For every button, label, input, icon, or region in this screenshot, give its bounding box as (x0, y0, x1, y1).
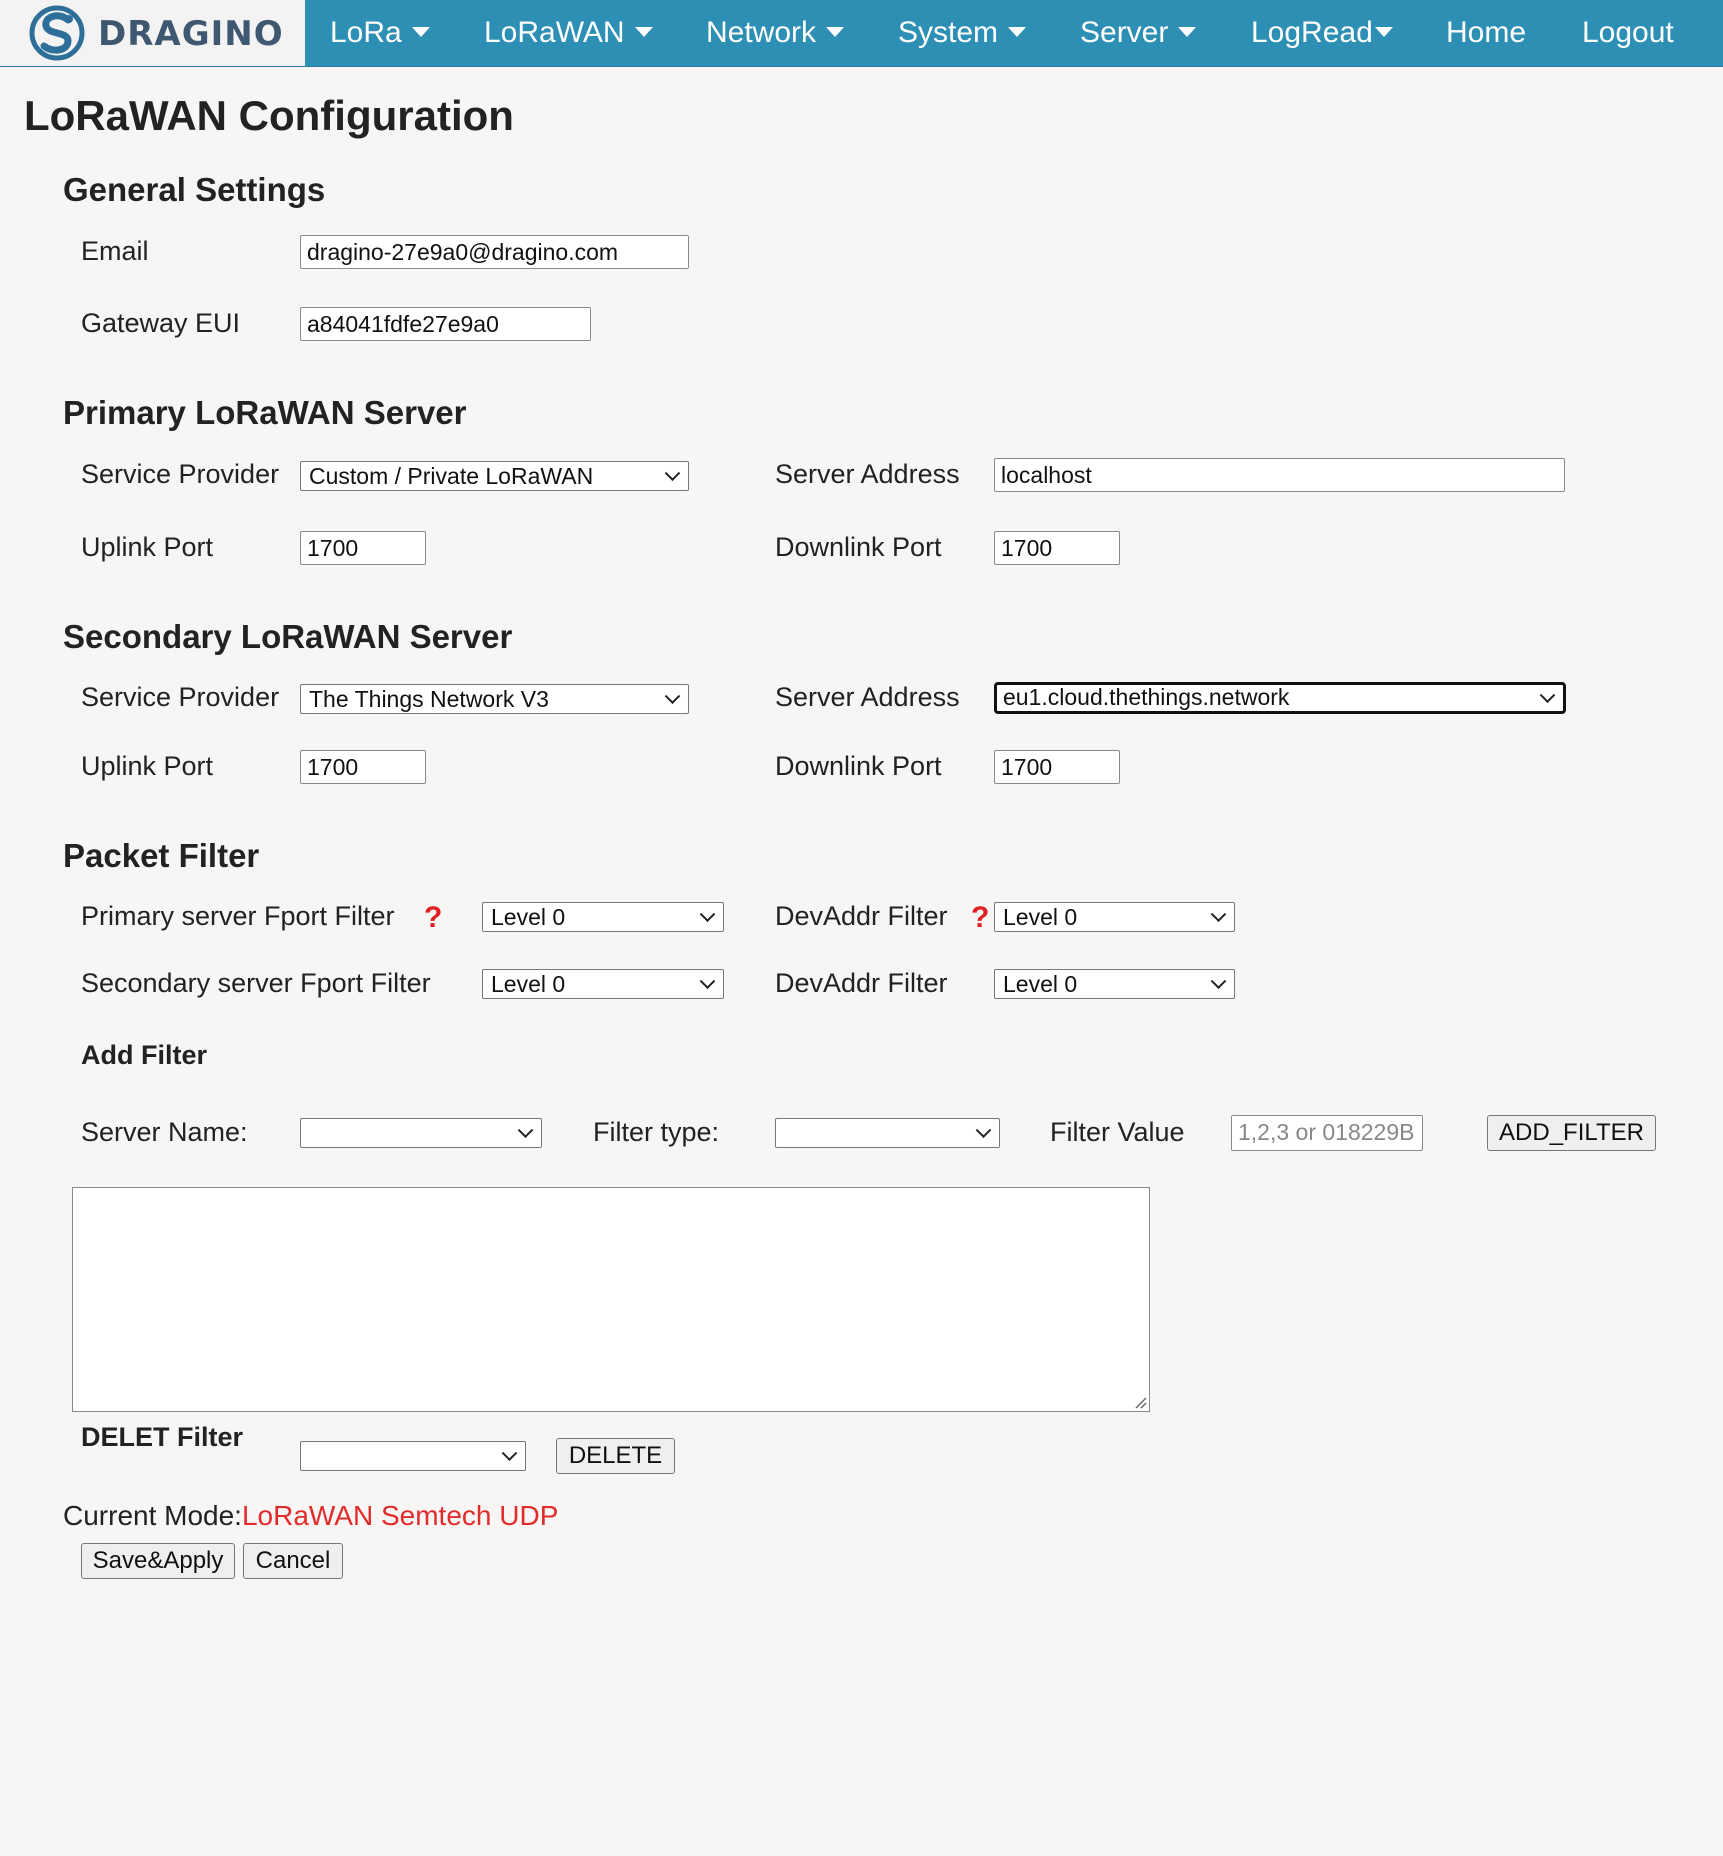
server-name-select[interactable] (300, 1118, 542, 1148)
secondary-downlink-label: Downlink Port (775, 751, 942, 781)
nav-server[interactable]: Server (1080, 0, 1197, 66)
email-field[interactable]: dragino-27e9a0@dragino.com (300, 235, 689, 269)
server-name-label: Server Name: (81, 1117, 248, 1147)
caret-down-icon (1374, 27, 1393, 38)
secondary-fport-select[interactable]: Level 0 (482, 969, 724, 999)
secondary-provider-select[interactable]: The Things Network V3 (300, 684, 689, 714)
caret-down-icon (1178, 27, 1197, 38)
nav-system[interactable]: System (898, 0, 1027, 66)
chevron-down-icon (975, 1122, 992, 1139)
secondary-devaddr-label: DevAddr Filter (775, 968, 948, 998)
packet-filter-heading: Packet Filter (63, 837, 260, 874)
primary-address-field[interactable]: localhost (994, 458, 1565, 492)
gateway-eui-field[interactable]: a84041fdfe27e9a0 (300, 307, 591, 341)
page-title: LoRaWAN Configuration (24, 92, 514, 139)
add-filter-button[interactable]: ADD_FILTER (1487, 1115, 1656, 1151)
gateway-eui-label: Gateway EUI (81, 308, 241, 338)
secondary-provider-label: Service Provider (81, 682, 280, 712)
primary-devaddr-label: DevAddr Filter (775, 901, 948, 931)
cancel-button[interactable]: Cancel (243, 1543, 343, 1579)
chevron-down-icon (664, 465, 681, 482)
resize-grip-icon[interactable] (1133, 1395, 1147, 1409)
secondary-server-heading: Secondary LoRaWAN Server (63, 618, 513, 655)
nav-logread[interactable]: LogRead (1251, 0, 1393, 66)
filter-type-select[interactable] (775, 1118, 1000, 1148)
add-filter-heading: Add Filter (81, 1040, 207, 1070)
caret-down-icon (411, 27, 430, 38)
brand-logo[interactable]: DRAGINO (0, 0, 305, 66)
filter-value-input[interactable]: 1,2,3 or 018229B (1231, 1115, 1423, 1151)
primary-provider-select[interactable]: Custom / Private LoRaWAN (300, 461, 689, 491)
devaddr-help-icon[interactable]: ? (971, 901, 989, 935)
secondary-uplink-field[interactable]: 1700 (300, 750, 426, 784)
primary-uplink-label: Uplink Port (81, 532, 214, 562)
secondary-downlink-field[interactable]: 1700 (994, 750, 1120, 784)
primary-devaddr-select[interactable]: Level 0 (994, 902, 1235, 932)
chevron-down-icon (1210, 906, 1227, 923)
save-apply-button[interactable]: Save&Apply (81, 1543, 235, 1579)
chevron-down-icon (664, 688, 681, 705)
primary-downlink-label: Downlink Port (775, 532, 942, 562)
chevron-down-icon (699, 906, 716, 923)
caret-down-icon (1008, 27, 1027, 38)
current-mode: Current Mode:LoRaWAN Semtech UDP (63, 1500, 558, 1532)
chevron-down-icon (1210, 973, 1227, 990)
brand-name: DRAGINO (98, 14, 284, 54)
delete-filter-heading: DELET Filter (81, 1422, 244, 1452)
chevron-down-icon (1539, 687, 1556, 704)
primary-uplink-field[interactable]: 1700 (300, 531, 426, 565)
primary-fport-help-icon[interactable]: ? (424, 901, 442, 935)
filter-type-label: Filter type: (593, 1117, 720, 1147)
delete-filter-select[interactable] (300, 1441, 526, 1471)
nav-home[interactable]: Home (1446, 0, 1526, 66)
primary-fport-select[interactable]: Level 0 (482, 902, 724, 932)
current-mode-label: Current Mode: (63, 1500, 242, 1531)
dragino-logo-icon (29, 5, 85, 61)
email-label: Email (81, 236, 149, 266)
secondary-address-select[interactable]: eu1.cloud.thethings.network (994, 682, 1566, 714)
filter-value-label: Filter Value (1050, 1117, 1185, 1147)
primary-server-heading: Primary LoRaWAN Server (63, 394, 467, 431)
secondary-fport-label: Secondary server Fport Filter (81, 968, 431, 998)
delete-button[interactable]: DELETE (556, 1438, 675, 1474)
nav-lora[interactable]: LoRa (330, 0, 430, 66)
caret-down-icon (634, 27, 653, 38)
primary-address-label: Server Address (775, 459, 960, 489)
caret-down-icon (826, 27, 845, 38)
primary-provider-label: Service Provider (81, 459, 280, 489)
nav-network[interactable]: Network (706, 0, 845, 66)
primary-fport-label: Primary server Fport Filter (81, 901, 395, 931)
filter-list-textarea[interactable] (72, 1187, 1150, 1412)
chevron-down-icon (517, 1122, 534, 1139)
secondary-address-label: Server Address (775, 682, 960, 712)
secondary-devaddr-select[interactable]: Level 0 (994, 969, 1235, 999)
nav-lorawan[interactable]: LoRaWAN (484, 0, 653, 66)
current-mode-value: LoRaWAN Semtech UDP (241, 1500, 559, 1531)
nav-logout[interactable]: Logout (1582, 0, 1674, 66)
primary-downlink-field[interactable]: 1700 (994, 531, 1120, 565)
general-settings-heading: General Settings (63, 171, 326, 208)
top-navigation-bar: DRAGINO LoRa LoRaWAN Network System Serv… (0, 0, 1723, 67)
chevron-down-icon (699, 973, 716, 990)
secondary-uplink-label: Uplink Port (81, 751, 214, 781)
chevron-down-icon (501, 1445, 518, 1462)
